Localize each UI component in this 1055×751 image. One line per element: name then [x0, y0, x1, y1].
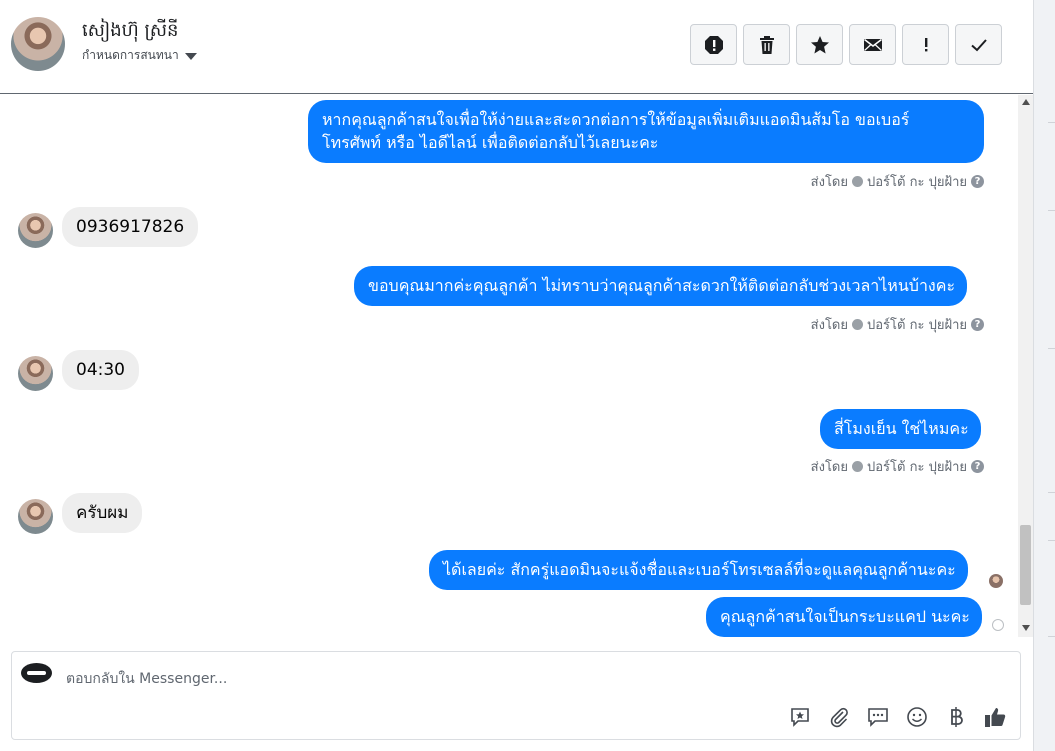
check-icon [970, 38, 987, 51]
message-text: ครับผม [76, 503, 129, 523]
header-actions [690, 24, 1002, 65]
incoming-message[interactable]: 04:30 [62, 350, 139, 390]
like-button[interactable] [982, 704, 1008, 730]
outgoing-message[interactable]: คุณลูกค้าสนใจเป็นกระบะแคป นะคะ [706, 597, 982, 637]
message-text: ขอบคุณมากค่ะคุณลูกค้า ไม่ทราบว่าคุณลูกค้… [368, 276, 956, 295]
outgoing-message[interactable]: หากคุณลูกค้าสนใจเพื่อให้ง่ายและสะดวกต่อก… [308, 100, 984, 163]
message-thread: หากคุณลูกค้าสนใจเพื่อให้ง่ายและสะดวกต่อก… [0, 95, 1018, 637]
outgoing-message[interactable]: ได้เลยค่ะ สักครู่แอดมินจะแจ้งชื่อและเบอร… [429, 550, 968, 590]
scrollbar-thumb[interactable] [1020, 525, 1031, 605]
help-icon[interactable]: ? [971, 318, 984, 331]
contact-name[interactable]: សៀងហ៊ុ ស្រីនី [82, 18, 178, 45]
saved-reply-button[interactable] [787, 704, 813, 730]
flag-button[interactable] [902, 24, 949, 65]
help-icon[interactable]: ? [971, 175, 984, 188]
assign-conversation-label: กำหนดการสนทนา [82, 48, 179, 62]
mark-spam-button[interactable] [690, 24, 737, 65]
exclamation-icon [924, 37, 927, 51]
attachment-button[interactable] [826, 704, 852, 730]
envelope-icon [863, 38, 882, 51]
conversation-header: សៀងហ៊ុ ស្រីនី กำหนดการสนทนา [0, 0, 1033, 94]
reply-composer[interactable]: ตอบกลับใน Messenger... [11, 651, 1021, 740]
outgoing-message[interactable]: สี่โมงเย็น ใช่ไหมคะ [820, 409, 981, 449]
contact-avatar[interactable] [11, 17, 65, 71]
trash-icon [759, 35, 774, 54]
verified-icon [852, 319, 863, 330]
composer-tools [787, 704, 1008, 730]
emoji-button[interactable] [904, 704, 930, 730]
assign-conversation-dropdown[interactable]: กำหนดการสนทนา [82, 46, 197, 65]
scroll-down-arrow[interactable] [1022, 625, 1030, 631]
incoming-message[interactable]: 0936917826 [62, 207, 199, 247]
emoji-icon [907, 707, 927, 727]
message-icon [868, 708, 888, 727]
message-text: 0936917826 [76, 217, 185, 237]
caret-down-icon [184, 53, 197, 60]
help-icon[interactable]: ? [971, 460, 984, 473]
contact-avatar [18, 356, 53, 391]
message-text: ได้เลยค่ะ สักครู่แอดมินจะแจ้งชื่อและเบอร… [443, 560, 956, 579]
sent-by-info: ส่งโดย ปอร์โต้ กะ ปุยฝ้าย ? [811, 171, 984, 192]
sent-by-info: ส่งโดย ปอร์โต้ กะ ปุยฝ้าย ? [811, 314, 984, 335]
spam-icon [704, 35, 723, 54]
star-icon [810, 35, 829, 53]
thread-scrollbar[interactable] [1018, 95, 1033, 637]
message-text: หากคุณลูกค้าสนใจเพื่อให้ง่ายและสะดวกต่อก… [322, 110, 910, 129]
mark-done-button[interactable] [955, 24, 1002, 65]
verified-icon [852, 461, 863, 472]
reply-input[interactable]: ตอบกลับใน Messenger... [66, 668, 227, 690]
page-logo-icon [21, 663, 52, 683]
attachment-icon [830, 707, 848, 728]
message-text: คุณลูกค้าสนใจเป็นกระบะแคป นะคะ [720, 607, 970, 626]
message-text: สี่โมงเย็น ใช่ไหมคะ [834, 419, 969, 438]
scroll-up-arrow[interactable] [1022, 99, 1030, 105]
verified-icon [852, 176, 863, 187]
like-icon [985, 708, 1006, 727]
message-text: 04:30 [76, 360, 125, 380]
saved-reply-icon [791, 708, 809, 727]
seen-avatar [989, 574, 1003, 588]
quick-reply-button[interactable] [865, 704, 891, 730]
sent-status-icon [992, 619, 1004, 631]
window-edge [1033, 0, 1055, 751]
outgoing-message[interactable]: ขอบคุณมากค่ะคุณลูกค้า ไม่ทราบว่าคุณลูกค้… [354, 266, 968, 306]
contact-avatar [18, 213, 53, 248]
baht-icon [951, 707, 963, 727]
message-text: โทรศัพท์ หรือ ไอดีไลน์ เพื่อติดต่อกลับไว… [322, 133, 659, 152]
contact-avatar [18, 499, 53, 534]
sent-by-info: ส่งโดย ปอร์โต้ กะ ปุยฝ้าย ? [811, 456, 984, 477]
incoming-message[interactable]: ครับผม [62, 493, 143, 533]
star-button[interactable] [796, 24, 843, 65]
payment-button[interactable] [943, 704, 969, 730]
mark-unread-button[interactable] [849, 24, 896, 65]
delete-button[interactable] [743, 24, 790, 65]
